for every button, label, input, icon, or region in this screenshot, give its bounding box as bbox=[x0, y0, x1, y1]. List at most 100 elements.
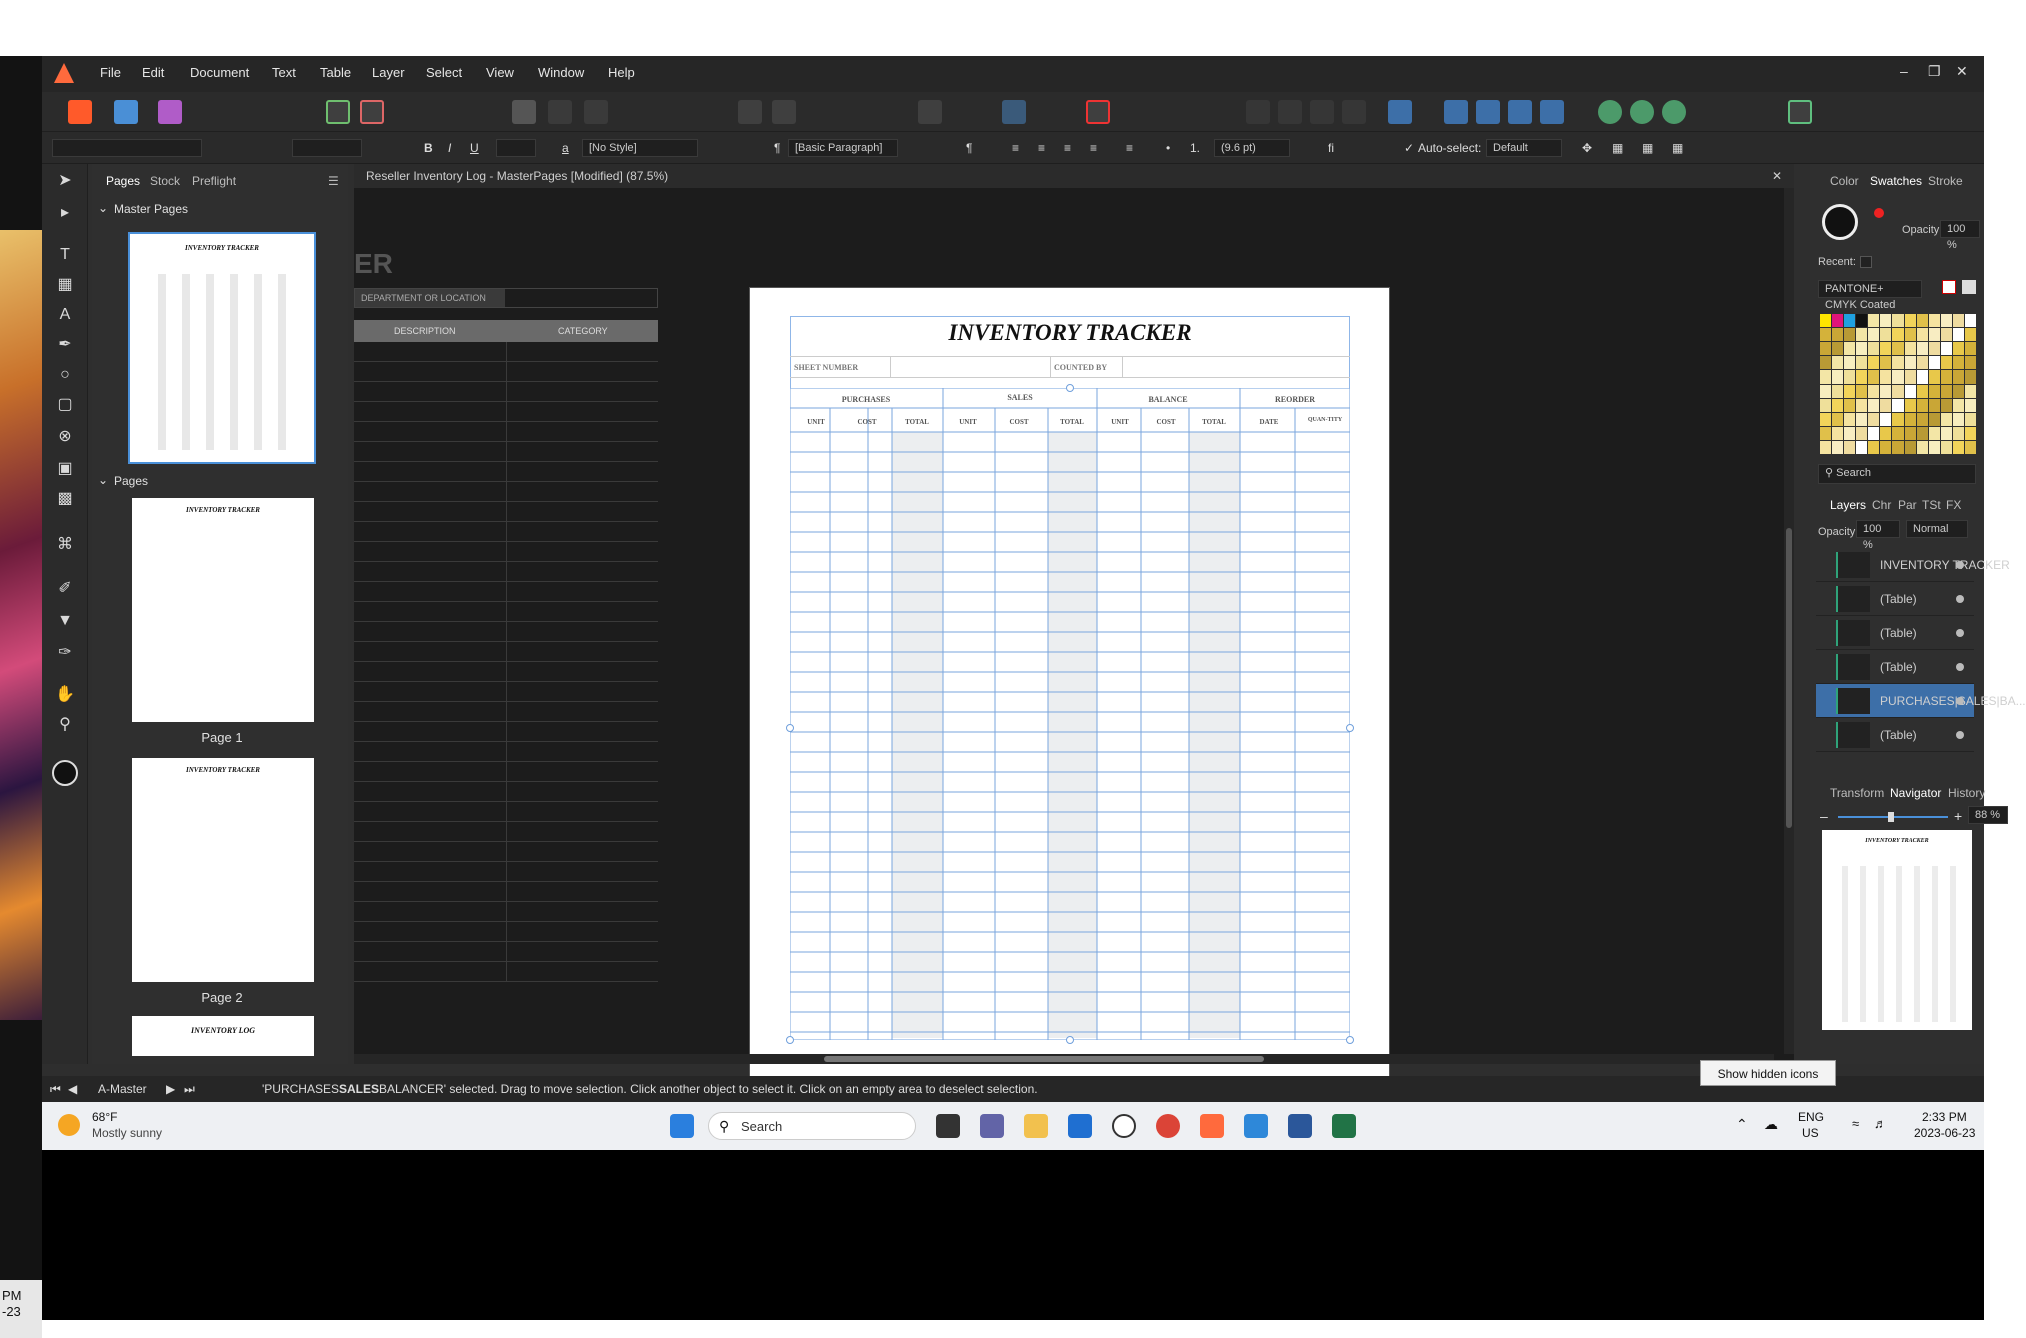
swatch[interactable] bbox=[1928, 328, 1940, 342]
swatch[interactable] bbox=[1952, 398, 1964, 412]
character-style-select[interactable]: [No Style] bbox=[582, 139, 698, 157]
swatch[interactable] bbox=[1916, 426, 1928, 440]
page-3-thumbnail[interactable]: INVENTORY LOG bbox=[132, 1016, 314, 1056]
horizontal-scrollbar[interactable] bbox=[354, 1054, 1774, 1064]
fill-swatch[interactable] bbox=[1822, 204, 1858, 240]
color-picker-tool-icon[interactable]: ✐ bbox=[54, 578, 76, 600]
justify-icon[interactable]: ≡ bbox=[1090, 141, 1097, 155]
swatch[interactable] bbox=[1964, 398, 1976, 412]
visibility-icon[interactable] bbox=[1956, 561, 1964, 569]
swatch[interactable] bbox=[1916, 398, 1928, 412]
visibility-icon[interactable] bbox=[1956, 595, 1964, 603]
swatch[interactable] bbox=[1916, 328, 1928, 342]
vertical-align-icon[interactable]: ≡ bbox=[1126, 141, 1133, 155]
font-family-field[interactable] bbox=[52, 139, 202, 157]
arrange-front-icon[interactable] bbox=[1246, 100, 1270, 124]
taskbar-date[interactable]: 2023-06-23 bbox=[1914, 1126, 1975, 1140]
page-icon[interactable] bbox=[512, 100, 536, 124]
horizontal-scroll-thumb[interactable] bbox=[824, 1056, 1264, 1062]
swatch[interactable] bbox=[1940, 440, 1952, 454]
text-frame-icon[interactable] bbox=[1002, 100, 1026, 124]
swatch[interactable] bbox=[1844, 314, 1856, 328]
place-image-tool-icon[interactable]: ▣ bbox=[54, 458, 76, 480]
menu-file[interactable]: File bbox=[100, 65, 121, 80]
windows-start-icon[interactable] bbox=[670, 1114, 694, 1138]
zoom-field[interactable]: 88 % bbox=[1968, 806, 2008, 824]
recent-swatch[interactable] bbox=[1860, 256, 1872, 268]
tab-pages[interactable]: Pages bbox=[106, 174, 140, 188]
tab-navigator[interactable]: Navigator bbox=[1890, 786, 1941, 800]
swatch[interactable] bbox=[1964, 356, 1976, 370]
font-size-field[interactable] bbox=[292, 139, 362, 157]
text-frame-tool-icon[interactable]: T bbox=[54, 244, 76, 266]
swatch[interactable] bbox=[1952, 314, 1964, 328]
ligature-icon[interactable]: fi bbox=[1328, 141, 1334, 155]
shape-tool-icon[interactable]: ⊗ bbox=[54, 426, 76, 448]
arrange-bottom-icon[interactable] bbox=[1342, 100, 1366, 124]
swatch[interactable] bbox=[1856, 398, 1868, 412]
wrap-icon[interactable] bbox=[772, 100, 796, 124]
swatch[interactable] bbox=[1928, 384, 1940, 398]
tab-character[interactable]: Chr bbox=[1872, 498, 1891, 512]
swatch[interactable] bbox=[1940, 314, 1952, 328]
rotate-right-icon[interactable] bbox=[1540, 100, 1564, 124]
snap-icon[interactable]: ▦ bbox=[1612, 141, 1623, 155]
swatch[interactable] bbox=[1856, 328, 1868, 342]
swatch[interactable] bbox=[1880, 328, 1892, 342]
zoom-tool-icon[interactable]: ⚲ bbox=[54, 714, 76, 736]
swatch[interactable] bbox=[1880, 314, 1892, 328]
menu-window[interactable]: Window bbox=[538, 65, 584, 80]
layer-row[interactable]: INVENTORY TRACKER bbox=[1816, 548, 2010, 582]
align-left-icon[interactable]: ≡ bbox=[1012, 141, 1019, 155]
swatch[interactable] bbox=[1856, 370, 1868, 384]
swatch[interactable] bbox=[1856, 440, 1868, 454]
swatch[interactable] bbox=[1904, 342, 1916, 356]
swatch[interactable] bbox=[1856, 356, 1868, 370]
autoselect-checkbox[interactable]: ✓ bbox=[1404, 141, 1414, 155]
swatch[interactable] bbox=[1964, 314, 1976, 328]
swatch[interactable] bbox=[1880, 426, 1892, 440]
hand-tool-icon[interactable]: ✋ bbox=[54, 684, 76, 706]
canvas-area[interactable]: Reseller Inventory Log - MasterPages [Mo… bbox=[354, 164, 1794, 1078]
opacity-field[interactable]: 100 % bbox=[1940, 220, 1980, 251]
swatch[interactable] bbox=[1940, 370, 1952, 384]
rotate-left-icon[interactable] bbox=[1508, 100, 1532, 124]
fill-tool-icon[interactable]: ▼ bbox=[54, 610, 76, 632]
swatch[interactable] bbox=[1832, 356, 1844, 370]
pen-tool-icon[interactable]: ✒ bbox=[54, 334, 76, 356]
language-bottom[interactable]: US bbox=[1802, 1126, 1819, 1140]
swatch[interactable] bbox=[1916, 384, 1928, 398]
swatch[interactable] bbox=[1916, 314, 1928, 328]
swatch[interactable] bbox=[1904, 370, 1916, 384]
visibility-icon[interactable] bbox=[1956, 629, 1964, 637]
align-icon[interactable] bbox=[1388, 100, 1412, 124]
swatch[interactable] bbox=[1892, 328, 1904, 342]
swatch[interactable] bbox=[1904, 356, 1916, 370]
pin-icon[interactable] bbox=[738, 100, 762, 124]
layer-opacity-field[interactable]: 100 % bbox=[1856, 520, 1900, 551]
selection-handle[interactable] bbox=[786, 724, 794, 732]
swatch[interactable] bbox=[1880, 342, 1892, 356]
swatch[interactable] bbox=[1928, 356, 1940, 370]
affinity-publisher-icon[interactable] bbox=[1200, 1114, 1224, 1138]
swatch[interactable] bbox=[1868, 328, 1880, 342]
swatch[interactable] bbox=[1820, 342, 1832, 356]
layer-row[interactable]: (Table) bbox=[1816, 616, 1974, 650]
prev-page-icon[interactable]: ◀ bbox=[68, 1076, 77, 1102]
swatch[interactable] bbox=[1856, 426, 1868, 440]
swatch[interactable] bbox=[1916, 412, 1928, 426]
swatch[interactable] bbox=[1892, 398, 1904, 412]
numbering-icon[interactable]: 1. bbox=[1190, 141, 1200, 155]
layer-row[interactable]: (Table) bbox=[1816, 582, 1974, 616]
arrange-back-icon[interactable] bbox=[1310, 100, 1334, 124]
node-tool-icon[interactable]: ▸ bbox=[54, 202, 76, 224]
volume-icon[interactable]: ♬ bbox=[1874, 1116, 1887, 1131]
swatch[interactable] bbox=[1820, 370, 1832, 384]
swatch[interactable] bbox=[1832, 342, 1844, 356]
autoselect-select[interactable]: Default bbox=[1486, 139, 1562, 157]
swatch[interactable] bbox=[1940, 384, 1952, 398]
swatch[interactable] bbox=[1952, 440, 1964, 454]
swatch[interactable] bbox=[1832, 426, 1844, 440]
tab-preflight[interactable]: Preflight bbox=[192, 174, 236, 188]
paragraph-icon[interactable]: ¶ bbox=[774, 141, 780, 155]
